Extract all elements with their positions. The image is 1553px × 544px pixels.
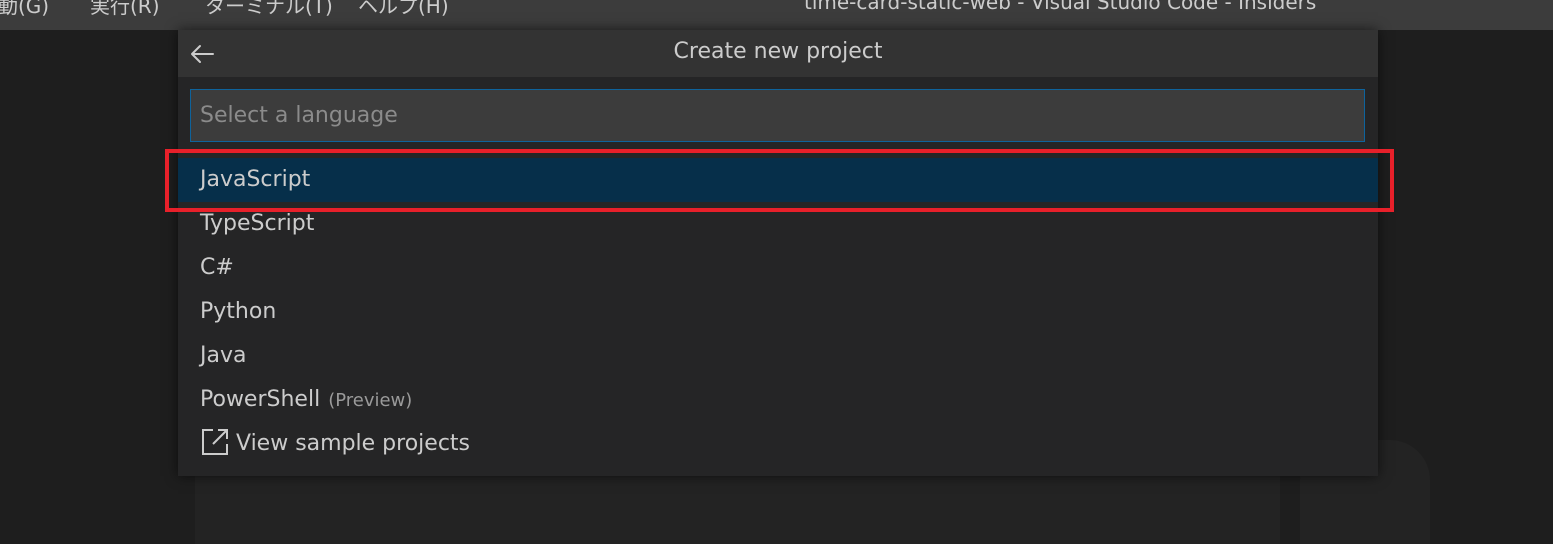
list-item-label: TypeScript xyxy=(200,211,315,236)
title-bar: 動(G) 実行(R) ターミナル(T) ヘルプ(H) time-card-sta… xyxy=(0,0,1553,30)
list-item-label: Java xyxy=(200,343,247,368)
quick-pick-header: Create new project xyxy=(178,30,1378,77)
list-item-view-samples[interactable]: View sample projects xyxy=(178,422,1378,466)
list-item-powershell[interactable]: PowerShell (Preview) xyxy=(178,378,1378,422)
editor-watermark xyxy=(195,470,1280,544)
list-item-description: (Preview) xyxy=(328,390,413,411)
list-item-typescript[interactable]: TypeScript xyxy=(178,202,1378,246)
external-link-icon xyxy=(200,427,230,457)
list-item-java[interactable]: Java xyxy=(178,334,1378,378)
language-search-input[interactable] xyxy=(190,89,1365,142)
list-item-label: Python xyxy=(200,299,277,324)
list-item-label: PowerShell xyxy=(200,387,321,412)
menu-go[interactable]: 動(G) xyxy=(0,0,49,19)
list-item-python[interactable]: Python xyxy=(178,290,1378,334)
menu-run[interactable]: 実行(R) xyxy=(90,0,160,19)
quick-pick-widget: Create new project JavaScript TypeScript… xyxy=(178,30,1378,476)
menu-help[interactable]: ヘルプ(H) xyxy=(358,0,449,19)
list-item-label: C# xyxy=(200,255,234,280)
list-item-label: View sample projects xyxy=(236,431,470,456)
list-item-label: JavaScript xyxy=(200,167,311,192)
list-item-csharp[interactable]: C# xyxy=(178,246,1378,290)
window-title: time-card-static-web - Visual Studio Cod… xyxy=(804,0,1317,14)
quick-pick-title: Create new project xyxy=(673,39,883,64)
menu-terminal[interactable]: ターミナル(T) xyxy=(205,0,333,19)
language-list: JavaScript TypeScript C# Python Java Pow… xyxy=(178,158,1378,466)
list-item-javascript[interactable]: JavaScript xyxy=(178,158,1378,202)
